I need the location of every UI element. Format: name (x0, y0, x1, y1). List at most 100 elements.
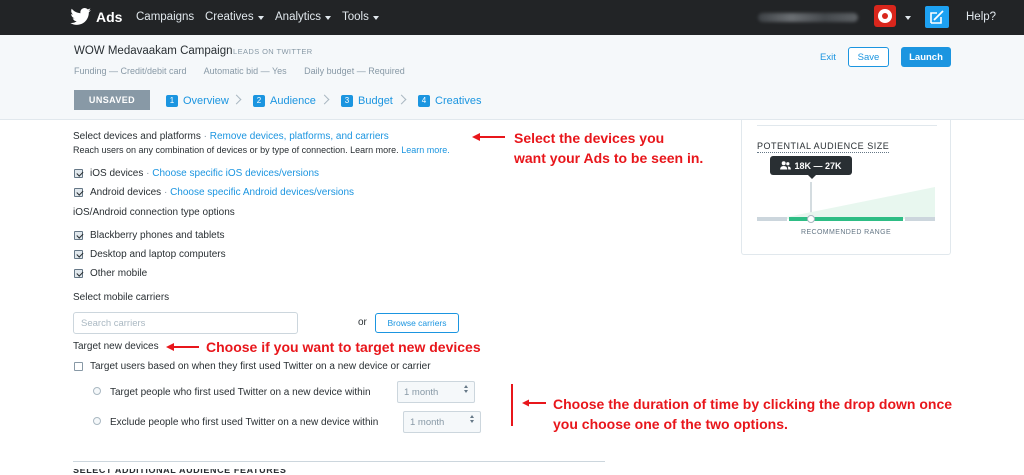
arrow-left-icon (472, 133, 505, 141)
audience-size-panel: POTENTIAL AUDIENCE SIZE 18K — 27K RECOMM… (741, 120, 951, 255)
next-section-heading-cutoff: SELECT ADDITIONAL AUDIENCE FEATURES (73, 469, 287, 475)
save-button[interactable]: Save (848, 47, 889, 67)
other-mobile-checkbox[interactable] (74, 269, 83, 278)
brand-label: Ads (96, 9, 123, 25)
exit-link[interactable]: Exit (820, 52, 836, 63)
step-label: Audience (270, 95, 316, 107)
step-label: Budget (358, 95, 393, 107)
other-mobile-label: Other mobile (90, 268, 148, 279)
help-link[interactable]: Help? (966, 11, 996, 23)
people-icon (780, 161, 792, 170)
android-versions-link[interactable]: Choose specific Android devices/versions (170, 187, 354, 198)
account-name-blurred (758, 13, 858, 22)
twitter-bird-icon (70, 8, 91, 25)
meta-bid: Automatic bid — Yes (203, 66, 287, 76)
blackberry-label: Blackberry phones and tablets (90, 230, 225, 241)
select-arrows-icon (463, 385, 468, 393)
nav-campaigns[interactable]: Campaigns (136, 11, 194, 23)
desktop-label: Desktop and laptop computers (90, 249, 226, 260)
carriers-heading: Select mobile carriers (73, 292, 170, 303)
chevron-right-icon (231, 94, 242, 105)
avatar[interactable] (874, 5, 896, 27)
arrow-left-icon (166, 343, 199, 351)
arrow-left-icon (511, 384, 546, 426)
exclude-duration-select[interactable]: 1 month (403, 411, 481, 433)
step-label: Overview (183, 95, 229, 107)
duration-annotation-line1: Choose the duration of time by clicking … (553, 396, 953, 412)
campaign-header: WOW Medavaakam Campaign LEADS ON TWITTER… (0, 35, 1024, 120)
step-label: Creatives (435, 95, 482, 107)
devices-annotation-line2: want your Ads to be seen in. (514, 150, 704, 166)
exclude-duration-value: 1 month (410, 416, 445, 428)
step-number: 4 (418, 95, 430, 107)
separator-dot: · (163, 187, 168, 198)
section-divider (73, 461, 605, 462)
audience-range-tooltip: 18K — 27K (770, 156, 852, 179)
nav-analytics[interactable]: Analytics (275, 11, 332, 23)
chevron-down-icon[interactable] (905, 16, 911, 20)
step-number: 2 (253, 95, 265, 107)
connection-type-link[interactable]: iOS/Android connection type options (73, 207, 235, 218)
launch-button[interactable]: Launch (901, 47, 951, 67)
new-devices-checkbox-label: Target users based on when they first us… (90, 361, 431, 372)
select-arrows-icon (469, 415, 474, 423)
remove-devices-link[interactable]: Remove devices, platforms, and carriers (210, 131, 389, 142)
chevron-right-icon (396, 94, 407, 105)
devices-annotation: Select the devices you want your Ads to … (514, 128, 703, 168)
target-new-device-radio[interactable] (93, 387, 101, 395)
devices-annotation-line1: Select the devices you (514, 130, 665, 146)
status-badge: UNSAVED (74, 90, 150, 110)
search-carriers-input[interactable] (73, 312, 298, 334)
new-devices-annotation: Choose if you want to target new devices (206, 339, 481, 355)
panel-divider (757, 125, 937, 126)
chevron-down-icon (372, 15, 379, 20)
ios-row: iOS devices · Choose specific iOS device… (90, 168, 319, 179)
nav-creatives[interactable]: Creatives (205, 11, 264, 23)
compose-button[interactable] (925, 6, 949, 28)
nav-tools[interactable]: Tools (342, 11, 379, 23)
duration-annotation: Choose the duration of time by clicking … (553, 394, 952, 434)
devices-description-row: Reach users on any combination of device… (73, 145, 450, 155)
desktop-checkbox[interactable] (74, 250, 83, 259)
ios-label: iOS devices (90, 168, 144, 179)
step-audience[interactable]: 2 Audience (253, 95, 316, 107)
audience-size-title[interactable]: POTENTIAL AUDIENCE SIZE (757, 141, 890, 153)
audience-range-value: 18K — 27K (794, 160, 842, 171)
step-number: 3 (341, 95, 353, 107)
avatar-image (878, 9, 892, 23)
brand[interactable]: Ads (70, 8, 122, 26)
ios-versions-link[interactable]: Choose specific iOS devices/versions (152, 168, 319, 179)
step-number: 1 (166, 95, 178, 107)
chevron-down-icon (257, 15, 264, 20)
nav-tools-label: Tools (342, 11, 369, 23)
devices-heading: Select devices and platforms (73, 131, 201, 142)
target-new-device-label: Target people who first used Twitter on … (110, 387, 371, 398)
nav-analytics-label: Analytics (275, 11, 322, 23)
step-overview[interactable]: 1 Overview (166, 95, 229, 107)
compose-icon (930, 10, 944, 24)
chevron-down-icon (325, 15, 332, 20)
android-row: Android devices · Choose specific Androi… (90, 187, 354, 198)
step-budget[interactable]: 3 Budget (341, 95, 393, 107)
browse-carriers-button[interactable]: Browse carriers (375, 313, 459, 333)
target-duration-value: 1 month (404, 386, 439, 398)
blackberry-checkbox[interactable] (74, 231, 83, 240)
chevron-right-icon (319, 94, 330, 105)
recommended-range-label: RECOMMENDED RANGE (800, 229, 892, 236)
android-label: Android devices (90, 187, 162, 198)
top-nav: Ads Campaigns Creatives Analytics Tools … (0, 0, 1024, 35)
new-devices-heading: Target new devices (73, 341, 159, 352)
android-checkbox[interactable] (74, 188, 83, 197)
devices-description: Reach users on any combination of device… (73, 145, 399, 155)
audience-range-gauge (757, 182, 935, 223)
step-creatives[interactable]: 4 Creatives (418, 95, 481, 107)
learn-more-link[interactable]: Learn more. (401, 145, 450, 155)
target-duration-select[interactable]: 1 month (397, 381, 475, 403)
new-devices-checkbox[interactable] (74, 362, 83, 371)
separator-dot: · (146, 168, 150, 179)
nav-creatives-label: Creatives (205, 11, 254, 23)
ios-checkbox[interactable] (74, 169, 83, 178)
or-text: or (358, 317, 367, 328)
nav-campaigns-label: Campaigns (136, 11, 195, 23)
exclude-new-device-radio[interactable] (93, 417, 101, 425)
